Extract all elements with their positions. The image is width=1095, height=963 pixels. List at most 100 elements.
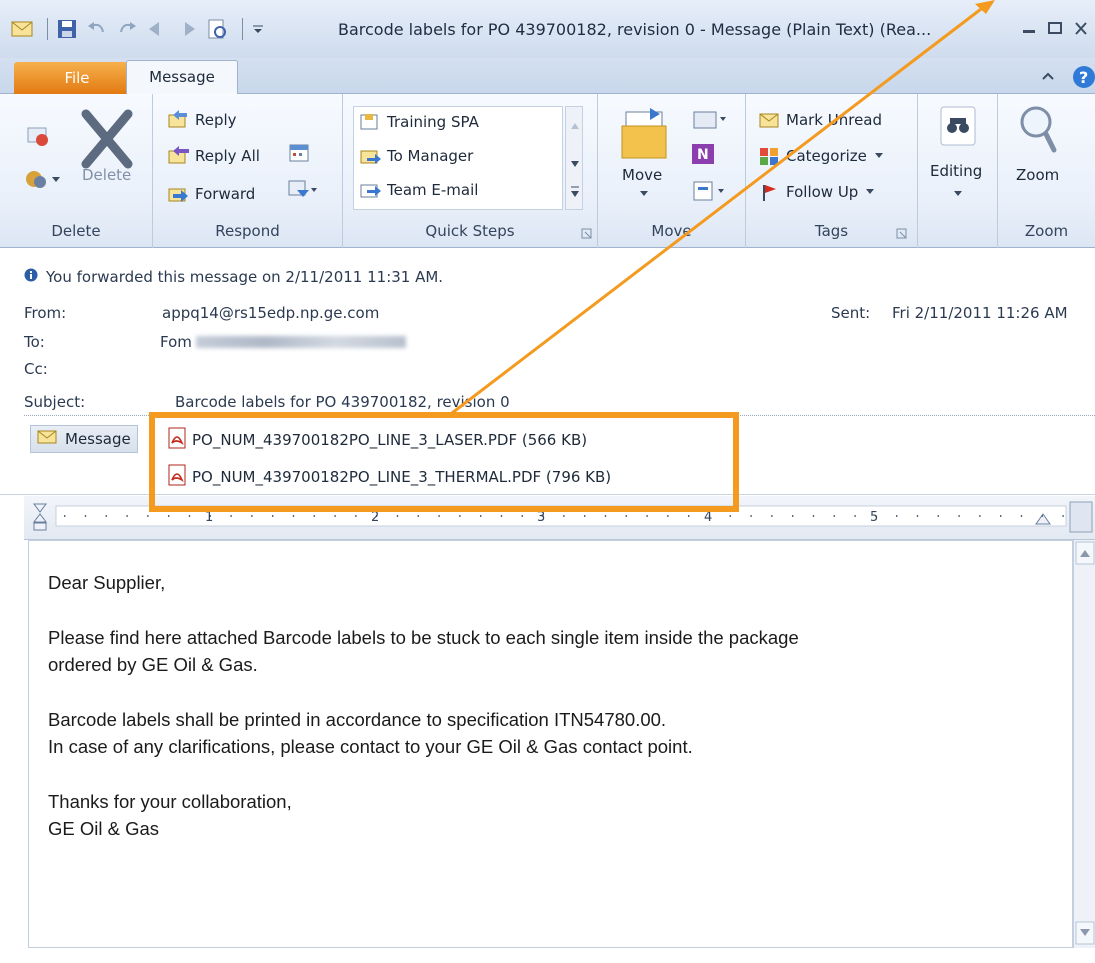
quick-step-icon xyxy=(359,112,381,132)
group-tags: Mark Unread Categorize Follow Up Tags xyxy=(746,94,918,248)
up-icon[interactable] xyxy=(145,18,169,40)
ribbon-tab-row: File Message ? xyxy=(0,58,1095,95)
ruler-tick xyxy=(563,515,565,517)
help-icon[interactable]: ? xyxy=(1072,65,1095,93)
flag-icon xyxy=(758,182,780,202)
maximize-button[interactable] xyxy=(1046,21,1064,36)
ruler-tick xyxy=(833,515,835,517)
quick-step-team-email[interactable]: Team E-mail xyxy=(359,180,478,200)
from-label: From: xyxy=(24,304,67,322)
undo-icon[interactable] xyxy=(85,18,109,40)
rules-icon[interactable] xyxy=(690,106,730,136)
vertical-scrollbar[interactable] xyxy=(1073,540,1095,948)
down-icon[interactable] xyxy=(175,18,199,40)
dropdown-arrow-icon xyxy=(866,189,875,194)
ruler-tick xyxy=(688,515,690,517)
subject-label: Subject: xyxy=(24,393,86,411)
tab-file[interactable]: File xyxy=(14,62,140,94)
categorize-icon xyxy=(758,146,780,166)
move-button[interactable]: Move xyxy=(614,104,680,204)
quick-steps-scroll[interactable] xyxy=(565,106,583,210)
ruler-mark: 5 xyxy=(870,510,878,525)
body-paragraph-2-line-2: In case of any clarifications, please co… xyxy=(48,736,693,757)
delete-button[interactable]: Delete xyxy=(76,108,146,188)
zoom-button[interactable]: Zoom xyxy=(1012,104,1072,194)
move-label: Move xyxy=(622,166,663,184)
ruler-tick xyxy=(1020,515,1023,517)
title-bar: Barcode labels for PO 439700182, revisio… xyxy=(0,0,1095,58)
ruler-tick xyxy=(625,515,627,517)
ruler-tick xyxy=(126,515,128,517)
editing-button[interactable]: Editing xyxy=(930,106,990,206)
redacted-recipient xyxy=(195,336,406,348)
ruler-tick xyxy=(438,515,440,517)
redo-icon[interactable] xyxy=(115,18,139,40)
message-body[interactable]: Dear Supplier, Please find here attached… xyxy=(28,540,1073,948)
group-label-quick-steps: Quick Steps xyxy=(425,222,515,240)
ruler-tick xyxy=(168,515,170,517)
categorize-button[interactable]: Categorize xyxy=(758,146,885,166)
follow-up-button[interactable]: Follow Up xyxy=(758,182,876,202)
message-tab-label: Message xyxy=(65,430,131,448)
window-title: Barcode labels for PO 439700182, revisio… xyxy=(338,20,932,39)
editing-label: Editing xyxy=(930,162,983,180)
close-button[interactable] xyxy=(1072,21,1090,36)
ignore-icon[interactable] xyxy=(24,122,50,152)
ruler-tick xyxy=(480,515,482,517)
mail-icon xyxy=(10,18,34,40)
ruler-tick xyxy=(417,515,419,517)
cc-label: Cc: xyxy=(24,360,48,378)
forward-icon xyxy=(167,184,189,204)
reply-all-icon xyxy=(167,146,189,166)
sent-label: Sent: xyxy=(831,304,871,322)
ruler-tick xyxy=(64,515,66,517)
to-label: To: xyxy=(24,333,45,351)
cleanup-icon[interactable] xyxy=(24,166,64,196)
zoom-magnifier-icon xyxy=(1020,106,1057,153)
more-respond-icon[interactable] xyxy=(287,178,319,204)
tab-message[interactable]: Message xyxy=(126,60,238,95)
to-recipient[interactable]: Fom xyxy=(160,333,406,351)
find-binoculars-icon xyxy=(940,106,976,146)
message-tab[interactable]: Message xyxy=(30,425,138,453)
reply-label: Reply xyxy=(195,111,237,129)
quick-step-training-spa[interactable]: Training SPA xyxy=(359,112,479,132)
info-icon xyxy=(24,268,38,286)
ruler-tick xyxy=(396,515,399,517)
mark-unread-icon xyxy=(758,110,780,130)
meeting-icon[interactable] xyxy=(287,142,311,168)
reply-all-button[interactable]: Reply All xyxy=(167,146,260,166)
ruler-tick xyxy=(771,515,773,517)
quick-step-to-manager[interactable]: To Manager xyxy=(359,146,473,166)
minimize-button[interactable] xyxy=(1020,21,1038,36)
body-paragraph-1-line-1: Please find here attached Barcode labels… xyxy=(48,627,799,648)
ruler-tick xyxy=(604,515,607,517)
to-manager-icon xyxy=(359,146,381,166)
ruler-tick xyxy=(916,515,919,517)
ruler-tick xyxy=(646,515,648,517)
ruler-tick xyxy=(1062,515,1064,517)
save-icon[interactable] xyxy=(55,18,79,40)
ruler-tick xyxy=(500,515,503,517)
svg-text:?: ? xyxy=(1079,68,1088,87)
from-value[interactable]: appq14@rs15edp.np.ge.com xyxy=(162,304,379,322)
move-folder-icon xyxy=(621,108,667,159)
mark-unread-button[interactable]: Mark Unread xyxy=(758,110,882,130)
customize-toolbar-icon[interactable] xyxy=(250,18,274,40)
ruler-tick xyxy=(188,515,191,517)
ruler-tick xyxy=(355,515,357,517)
forward-button[interactable]: Forward xyxy=(167,184,255,204)
delete-icon xyxy=(81,109,133,169)
ruler-tick xyxy=(272,515,274,517)
minimize-ribbon-icon[interactable] xyxy=(1040,68,1056,88)
onenote-icon[interactable]: N xyxy=(690,142,716,170)
group-move: Move N Move xyxy=(598,94,746,248)
actions-icon[interactable] xyxy=(690,178,730,208)
body-paragraph-1-line-2: ordered by GE Oil & Gas. xyxy=(48,654,258,675)
print-preview-icon[interactable] xyxy=(205,18,229,40)
dropdown-arrow-icon xyxy=(954,191,962,196)
ruler-mark: 2 xyxy=(371,510,379,525)
ruler-tick xyxy=(750,515,752,517)
info-bar[interactable]: You forwarded this message on 2/11/2011 … xyxy=(24,268,443,286)
reply-button[interactable]: Reply xyxy=(167,110,237,130)
